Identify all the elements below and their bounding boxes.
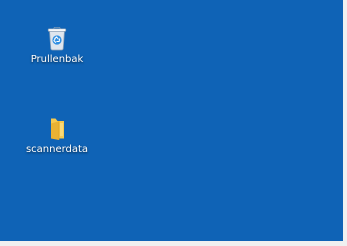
desktop-edge-bottom — [0, 241, 347, 246]
desktop-icon-scannerdata[interactable]: scannerdata — [17, 114, 97, 156]
desktop-icon-label: scannerdata — [25, 144, 89, 155]
desktop-icon-recycle-bin[interactable]: Prullenbak — [17, 24, 97, 66]
folder-icon — [43, 114, 71, 142]
desktop-edge-right — [343, 0, 347, 246]
desktop[interactable]: Prullenbak scannerdata — [0, 0, 347, 246]
desktop-icon-label: Prullenbak — [30, 54, 84, 65]
recycle-bin-icon — [43, 24, 71, 52]
